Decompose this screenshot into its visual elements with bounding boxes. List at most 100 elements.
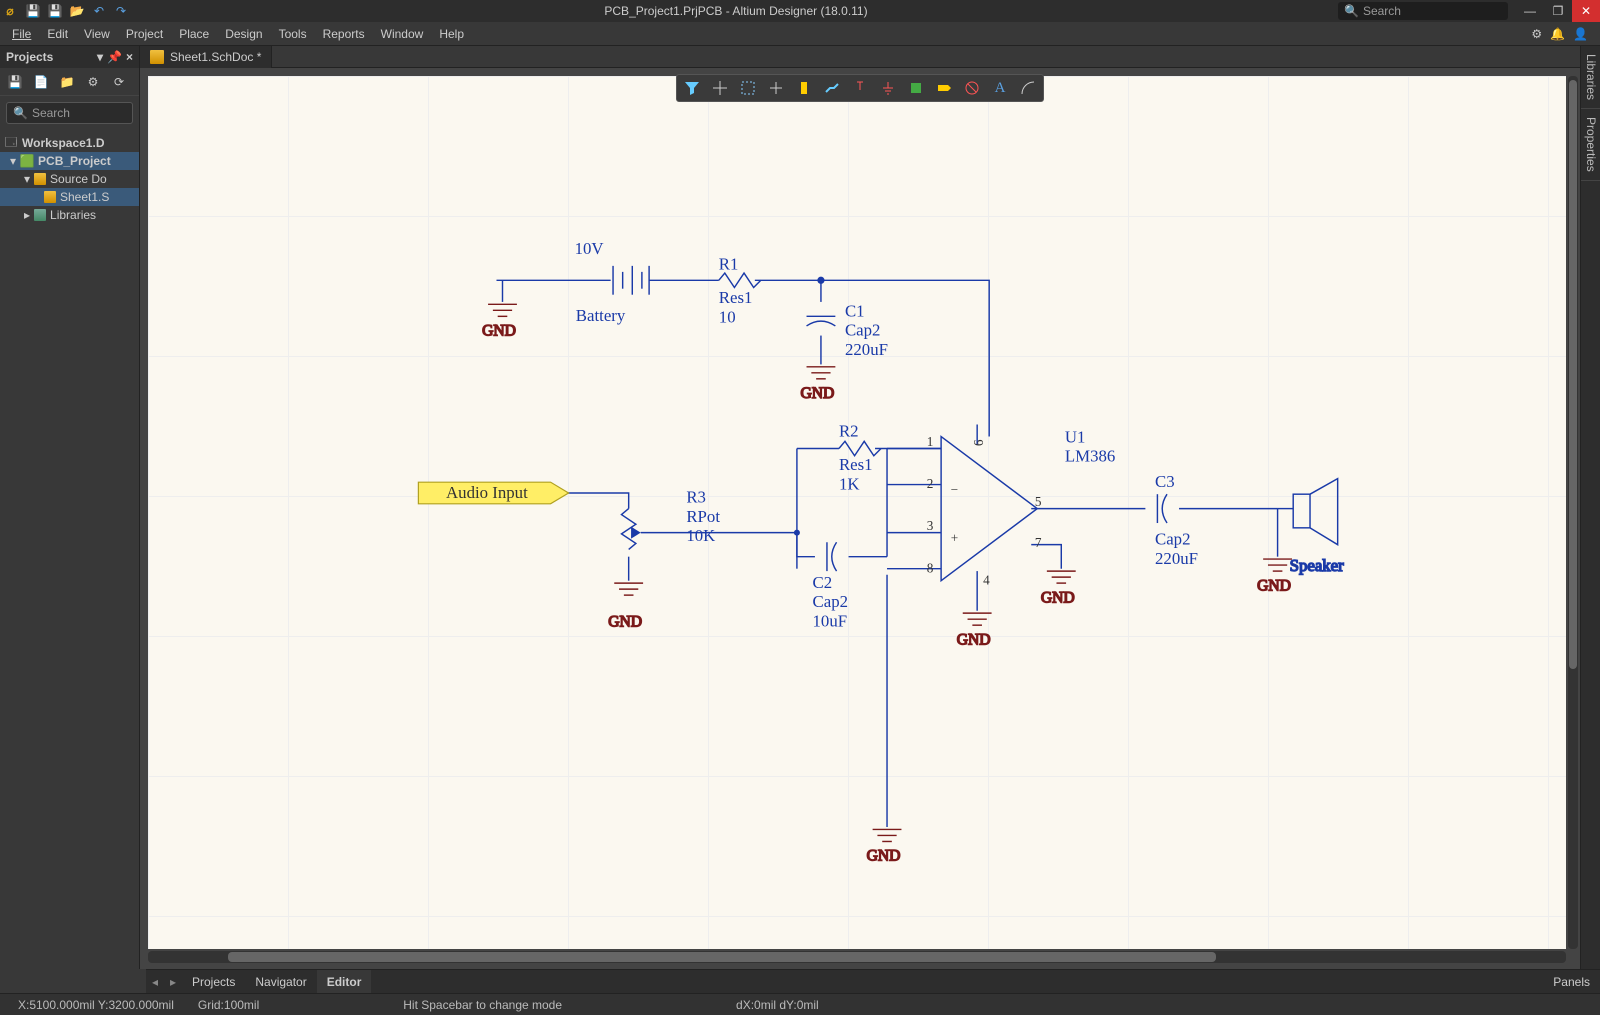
place-netlabel-icon[interactable]: [931, 77, 957, 99]
svg-text:1K: 1K: [839, 474, 860, 493]
move-icon[interactable]: [763, 77, 789, 99]
tab-properties[interactable]: Properties: [1581, 109, 1600, 181]
undo-icon[interactable]: ↶: [90, 2, 108, 20]
svg-text:5: 5: [1035, 494, 1042, 509]
status-bar: X:5100.000mil Y:3200.000mil Grid:100mil …: [0, 993, 1600, 1015]
close-button[interactable]: ✕: [1572, 0, 1600, 22]
menu-window[interactable]: Window: [373, 22, 432, 46]
folder-icon: [34, 173, 46, 185]
folder-icon[interactable]: 📁: [58, 73, 76, 91]
svg-text:Cap2: Cap2: [845, 321, 881, 340]
chevron-down-icon: ▾: [10, 154, 16, 168]
save-all-icon[interactable]: 💾: [46, 2, 64, 20]
document-tabbar: Sheet1.SchDoc *: [140, 46, 1580, 68]
user-icon[interactable]: 👤: [1573, 27, 1588, 41]
save-icon[interactable]: 💾: [24, 2, 42, 20]
panel-dropdown-icon[interactable]: ▾: [97, 50, 103, 64]
place-text-icon[interactable]: A: [987, 77, 1013, 99]
notifications-icon[interactable]: 🔔: [1550, 27, 1565, 41]
place-sheet-icon[interactable]: [903, 77, 929, 99]
place-noerc-icon[interactable]: [959, 77, 985, 99]
tree-sheet[interactable]: Sheet1.S: [0, 188, 139, 206]
svg-text:R2: R2: [839, 422, 859, 441]
component-r2[interactable]: R2 Res1 1K: [839, 422, 881, 494]
projects-search[interactable]: 🔍 Search: [6, 102, 133, 124]
menu-file[interactable]: File: [4, 22, 39, 46]
crosshair-icon[interactable]: [707, 77, 733, 99]
schematic-canvas[interactable]: 10V Battery R1 Res1 10: [148, 76, 1566, 949]
refresh-icon[interactable]: ⟳: [110, 73, 128, 91]
scroll-thumb[interactable]: [1569, 80, 1577, 669]
gnd-c1[interactable]: GND: [801, 367, 836, 402]
tree-source-docs[interactable]: ▾ Source Do: [0, 170, 139, 188]
menu-tools[interactable]: Tools: [271, 22, 315, 46]
tree-workspace[interactable]: 🗔 Workspace1.D: [0, 134, 139, 152]
window-title: PCB_Project1.PrjPCB - Altium Designer (1…: [134, 4, 1338, 18]
new-doc-icon[interactable]: 📄: [32, 73, 50, 91]
select-rect-icon[interactable]: [735, 77, 761, 99]
open-icon[interactable]: 📂: [68, 2, 86, 20]
menu-help[interactable]: Help: [431, 22, 472, 46]
maximize-button[interactable]: ❐: [1544, 0, 1572, 22]
component-speaker[interactable]: Speaker: [1278, 479, 1345, 576]
tab-prev-icon[interactable]: ◂: [146, 975, 164, 989]
component-battery[interactable]: 10V Battery: [575, 239, 650, 325]
gnd-pin7[interactable]: GND: [1041, 571, 1076, 606]
scroll-thumb[interactable]: [228, 952, 1216, 962]
settings-tree-icon[interactable]: ⚙: [84, 73, 102, 91]
footer-tab-editor[interactable]: Editor: [317, 970, 372, 994]
panel-pin-icon[interactable]: 📌: [107, 50, 122, 64]
component-u1[interactable]: − + 1 2 3 8 5 7 6 4 U1 LM386: [927, 428, 1116, 588]
component-r3[interactable]: R3 RPot 10K: [621, 488, 720, 550]
project-icon: 🟩: [20, 154, 34, 168]
search-icon: 🔍: [13, 106, 28, 120]
place-wire-icon[interactable]: [819, 77, 845, 99]
gnd-battery[interactable]: GND: [482, 304, 517, 339]
minimize-button[interactable]: —: [1516, 0, 1544, 22]
component-r1[interactable]: R1 Res1 10: [719, 254, 761, 326]
svg-text:7: 7: [1035, 535, 1042, 550]
menu-view[interactable]: View: [76, 22, 118, 46]
svg-text:10uF: 10uF: [813, 611, 848, 630]
component-c3[interactable]: C3 Cap2 220uF: [1155, 472, 1198, 568]
component-c2[interactable]: C2 Cap2 10uF: [813, 542, 849, 630]
search-icon: 🔍: [1344, 4, 1359, 18]
panel-close-icon[interactable]: ×: [126, 50, 133, 64]
component-c1[interactable]: C1 Cap2 220uF: [807, 301, 888, 358]
net-label-audio-input[interactable]: Audio Input: [418, 482, 568, 504]
vertical-scrollbar[interactable]: [1568, 76, 1578, 949]
svg-text:GND: GND: [957, 631, 991, 648]
tree-libraries[interactable]: ▸ Libraries: [0, 206, 139, 224]
svg-text:Battery: Battery: [576, 306, 626, 325]
gnd-speaker[interactable]: GND: [1257, 559, 1292, 594]
menu-reports[interactable]: Reports: [315, 22, 373, 46]
menu-design[interactable]: Design: [217, 22, 270, 46]
gnd-pin4[interactable]: GND: [957, 613, 992, 648]
footer-tab-navigator[interactable]: Navigator: [245, 970, 316, 994]
filter-icon[interactable]: [679, 77, 705, 99]
place-part-icon[interactable]: [791, 77, 817, 99]
save-tree-icon[interactable]: 💾: [6, 73, 24, 91]
place-arc-icon[interactable]: [1015, 77, 1041, 99]
redo-icon[interactable]: ↷: [112, 2, 130, 20]
tab-sheet1[interactable]: Sheet1.SchDoc *: [140, 46, 272, 68]
footer-tab-projects[interactable]: Projects: [182, 970, 245, 994]
menu-project[interactable]: Project: [118, 22, 171, 46]
svg-text:GND: GND: [867, 848, 901, 865]
global-search[interactable]: 🔍 Search: [1338, 2, 1508, 20]
gnd-c2[interactable]: GND: [867, 829, 902, 864]
horizontal-scrollbar[interactable]: [148, 951, 1566, 963]
folder-icon: [34, 209, 46, 221]
tab-libraries[interactable]: Libraries: [1581, 46, 1600, 109]
tab-next-icon[interactable]: ▸: [164, 975, 182, 989]
gnd-pot[interactable]: GND: [608, 583, 643, 630]
menu-place[interactable]: Place: [171, 22, 217, 46]
schematic-doc-icon: [44, 191, 56, 203]
place-gnd-icon[interactable]: [875, 77, 901, 99]
tree-project[interactable]: ▾ 🟩 PCB_Project: [0, 152, 139, 170]
place-power-icon[interactable]: [847, 77, 873, 99]
panels-button[interactable]: Panels: [1543, 975, 1600, 989]
svg-text:6: 6: [971, 439, 986, 446]
settings-icon[interactable]: ⚙: [1531, 27, 1542, 41]
menu-edit[interactable]: Edit: [39, 22, 76, 46]
